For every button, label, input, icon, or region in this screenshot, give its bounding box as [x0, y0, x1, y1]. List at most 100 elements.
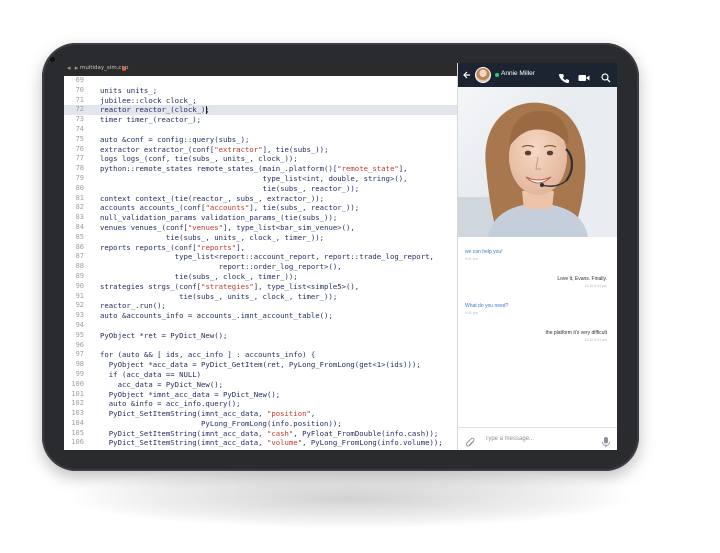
code-line[interactable]: 75 auto &conf = config::query(subs_); [64, 135, 457, 145]
line-number: 90 [75, 281, 84, 290]
code-line[interactable]: 95 PyObject *ret = PyDict_New(); [64, 331, 457, 341]
line-number: 104 [71, 418, 84, 427]
tablet-screen: ◂ ▸ multiday_sim.cpp 69 70 units units_; 71… [64, 63, 617, 450]
line-number: 70 [75, 85, 84, 94]
code-text: PyObject *ret = PyDict_New(); [100, 330, 228, 340]
line-number: 79 [75, 173, 84, 182]
line-number: 71 [75, 95, 84, 104]
code-line[interactable]: 84 venues venues_(conf["venues"], type_li… [64, 223, 457, 233]
code-line[interactable]: 102 auto &info = acc_info.query(); [64, 399, 457, 409]
line-number: 102 [71, 399, 84, 408]
code-text: if (acc_data == NULL) [100, 369, 202, 379]
code-text: PyDict_SetItemString(imnt_acc_data, "pos… [100, 409, 316, 419]
code-line[interactable]: 106 PyDict_SetItemString(imnt_acc_data, … [64, 438, 457, 448]
caller-video-image [458, 87, 617, 237]
code-line[interactable]: 72 reactor reactor_(clock_); [64, 105, 457, 116]
line-number: 81 [75, 193, 84, 202]
code-text: for (auto && [ ids, acc_info ] : account… [100, 350, 316, 360]
code-text: strategies strgs_(conf["strategies"], ty… [100, 281, 360, 291]
code-text: PyLong_FromLong(info.position)); [100, 418, 342, 428]
outgoing-message: the platform it's very difficult 12:10 9:… [546, 330, 607, 342]
line-number: 103 [71, 409, 84, 418]
code-line[interactable]: 81 context context_(tie(reactor_, subs_, … [64, 194, 457, 204]
code-line[interactable]: 87 type_list<report::account_report, rep… [64, 252, 457, 262]
code-text: PyDict_SetItemString(imnt_acc_data, "vol… [100, 438, 443, 448]
code-line[interactable]: 101 PyObject *imnt_acc_data = PyDict_New… [64, 390, 457, 400]
code-line[interactable]: 86 reports reports_(conf["reports"], [64, 243, 457, 253]
code-line[interactable]: 104 PyLong_FromLong(info.position)); [64, 419, 457, 429]
code-line[interactable]: 80 tie(subs_, reactor_)); [64, 184, 457, 194]
code-text: report::order_log_report>(), [100, 262, 342, 272]
microphone-icon[interactable] [601, 433, 611, 448]
message-list: we can help you! 9:41 pm Love it, Evans. F… [458, 237, 617, 427]
code-line[interactable]: 90 strategies strgs_(conf["strategies"], … [64, 282, 457, 292]
line-number: 77 [75, 154, 84, 163]
code-text: type_list<report::account_report, report… [100, 252, 434, 262]
tablet-shadow [70, 468, 630, 528]
code-line[interactable]: 92 reactor_.run(); [64, 301, 457, 311]
code-text: PyObject *acc_data = PyDict_GetItem(ret,… [100, 360, 421, 370]
code-text: auto &info = acc_info.query(); [100, 399, 241, 409]
line-number: 78 [75, 164, 84, 173]
code-area[interactable]: 69 70 units units_; 71 jubilee::clock clock_… [64, 76, 457, 448]
message-time: 9:41 pm [465, 311, 478, 315]
code-line[interactable]: 98 PyObject *acc_data = PyDict_GetItem(r… [64, 360, 457, 370]
code-line[interactable]: 82 accounts accounts_(conf["accounts"], t… [64, 203, 457, 213]
code-line[interactable]: 91 tie(subs_, units_, clock_, timer_)); [64, 292, 457, 302]
code-line[interactable]: 79 type_list<int, double, string>(), [64, 174, 457, 184]
text-cursor [206, 106, 207, 115]
code-line[interactable]: 100 acc_data = PyDict_New(); [64, 380, 457, 390]
code-line[interactable]: 99 if (acc_data == NULL) [64, 370, 457, 380]
code-line[interactable]: 71 jubilee::clock clock_; [64, 96, 457, 106]
code-text: tie(subs_, reactor_)); [100, 183, 360, 193]
message-text: Love it, Evans. Finally. [557, 276, 607, 282]
line-number: 75 [75, 134, 84, 143]
code-line[interactable]: 105 PyDict_SetItemString(imnt_acc_data, … [64, 429, 457, 439]
code-text: reactor reactor_(clock_); [100, 105, 210, 115]
code-text: python::remote_states remote_states_(mai… [100, 164, 408, 174]
code-line[interactable]: 78 python::remote_states remote_states_(m… [64, 164, 457, 174]
code-text: timer timer_(reactor_); [100, 115, 202, 125]
code-line[interactable]: 97 for (auto && [ ids, acc_info ] : accou… [64, 350, 457, 360]
code-line[interactable]: 88 report::order_log_report>(), [64, 262, 457, 272]
line-number: 82 [75, 203, 84, 212]
code-text: PyDict_SetItemString(imnt_acc_data, "cas… [100, 428, 439, 438]
line-number: 73 [75, 115, 84, 124]
code-text: extractor extractor_(conf["extractor"], … [100, 144, 329, 154]
message-input[interactable] [485, 432, 595, 446]
code-text: reactor_.run(); [100, 301, 166, 311]
code-text: context context_(tie(reactor_, subs_, ex… [100, 193, 325, 203]
code-text: jubilee::clock clock_; [100, 95, 197, 105]
line-number: 76 [75, 144, 84, 153]
code-line[interactable]: 70 units units_; [64, 86, 457, 96]
line-number: 83 [75, 213, 84, 222]
chat-panel: Annie Miller we can help you! 9:41 pm Lo… [457, 63, 617, 450]
code-line[interactable]: 103 PyDict_SetItemString(imnt_acc_data, … [64, 409, 457, 419]
code-line[interactable]: 76 extractor extractor_(conf["extractor"]… [64, 145, 457, 155]
code-line[interactable]: 96 [64, 341, 457, 351]
code-line[interactable]: 77 logs logs_(conf, tie(subs_, units_, cl… [64, 154, 457, 164]
code-line[interactable]: 69 [64, 76, 457, 86]
video-camera-icon[interactable] [578, 69, 590, 81]
code-line[interactable]: 94 [64, 321, 457, 331]
tab-nav-arrows-icon[interactable]: ◂ ▸ [67, 64, 79, 72]
back-arrow-icon[interactable] [462, 69, 472, 81]
line-number: 89 [75, 271, 84, 280]
code-text: reports reports_(conf["reports"], [100, 242, 245, 252]
line-number: 92 [75, 301, 84, 310]
code-line[interactable]: 83 null_validation_params validation_para… [64, 213, 457, 223]
phone-icon[interactable] [558, 69, 570, 83]
code-line[interactable]: 85 tie(subs_, units_, clock_, timer_)); [64, 233, 457, 243]
code-text: tie(subs_, clock_, timer_)); [100, 271, 298, 281]
line-number: 72 [75, 105, 84, 114]
code-line[interactable]: 89 tie(subs_, clock_, timer_)); [64, 272, 457, 282]
code-line[interactable]: 93 auto &accounts_info = accounts_.imnt_a… [64, 311, 457, 321]
search-icon[interactable] [600, 69, 612, 83]
avatar[interactable] [475, 67, 491, 83]
paperclip-icon[interactable] [464, 433, 476, 447]
code-line[interactable]: 74 [64, 125, 457, 135]
line-number: 85 [75, 232, 84, 241]
line-number: 96 [75, 340, 84, 349]
code-line[interactable]: 73 timer timer_(reactor_); [64, 115, 457, 125]
incoming-message: we can help you! 9:41 pm [465, 249, 503, 261]
